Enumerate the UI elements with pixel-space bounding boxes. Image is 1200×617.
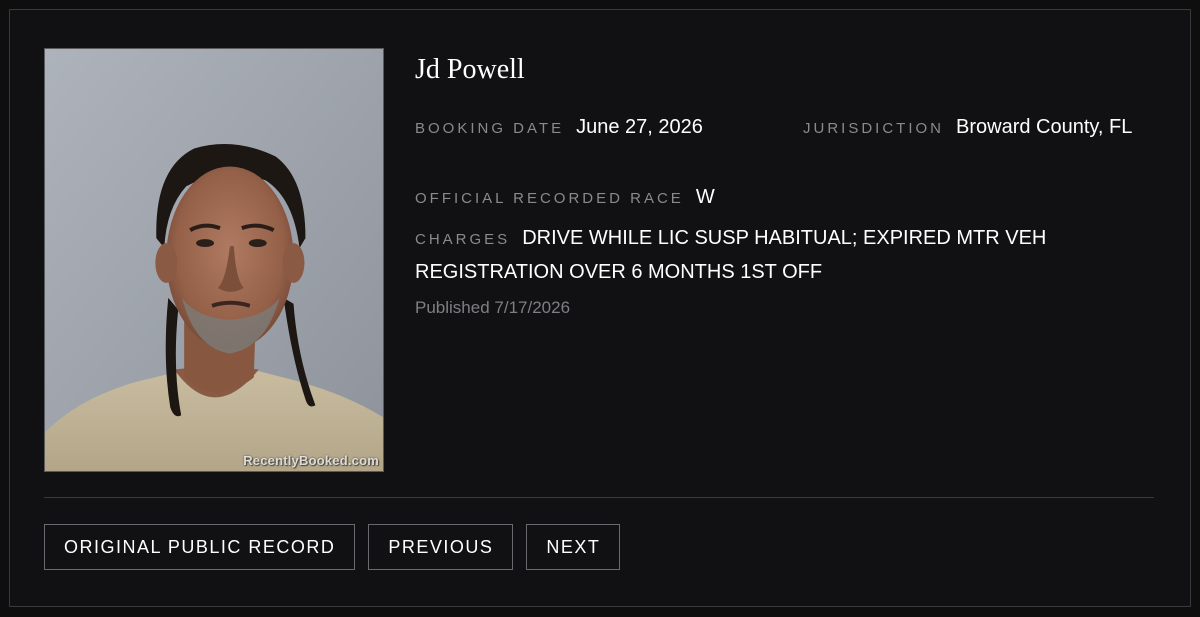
race-value: W — [695, 186, 715, 208]
booking-card: RecentlyBooked.com Jd Powell BOOKING DAT… — [9, 9, 1191, 607]
mugshot-photo: RecentlyBooked.com — [44, 48, 384, 472]
divider — [44, 497, 1154, 498]
booking-date-value: June 27, 2026 — [576, 116, 703, 138]
booking-date-field: BOOKING DATE June 27, 2026 — [415, 112, 703, 144]
person-name: Jd Powell — [415, 54, 525, 85]
booking-date-label: BOOKING DATE — [415, 120, 565, 137]
original-public-record-button[interactable]: ORIGINAL PUBLIC RECORD — [44, 524, 356, 570]
race-label: OFFICIAL RECORDED RACE — [415, 190, 684, 207]
charges-label: CHARGES — [415, 231, 511, 248]
booking-info: Jd Powell BOOKING DATE June 27, 2026 JURI… — [415, 48, 1160, 317]
action-buttons: ORIGINAL PUBLIC RECORD PREVIOUS NEXT — [44, 524, 621, 570]
jurisdiction-value: Broward County, FL — [956, 116, 1133, 138]
jurisdiction-field: JURISDICTION Broward County, FL — [803, 112, 1153, 144]
jurisdiction-label: JURISDICTION — [803, 120, 944, 137]
charges-field: CHARGES DRIVE WHILE LIC SUSP HABITUAL; EX… — [415, 222, 1115, 290]
race-field: OFFICIAL RECORDED RACE W — [415, 182, 715, 214]
next-button[interactable]: NEXT — [526, 524, 621, 570]
photo-watermark: RecentlyBooked.com — [243, 453, 379, 468]
published-date: Published 7/17/2026 — [415, 298, 571, 317]
previous-button[interactable]: PREVIOUS — [368, 524, 514, 570]
booking-row: BOOKING DATE June 27, 2026 JURISDICTION Br… — [415, 112, 1160, 174]
